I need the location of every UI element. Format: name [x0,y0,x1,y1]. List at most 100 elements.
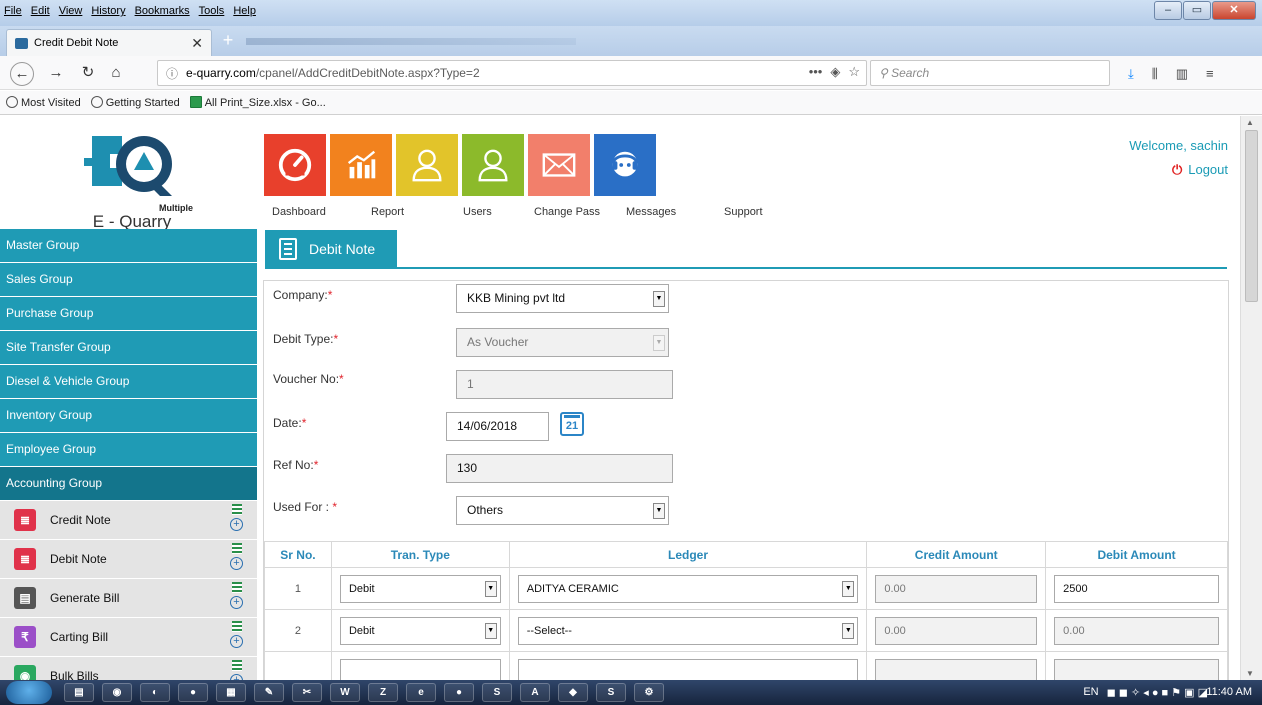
logout-link[interactable]: ⏻ Logout [1172,162,1228,178]
filezilla-icon[interactable]: Z [368,683,398,702]
list-icon[interactable] [231,660,242,671]
add-icon[interactable]: + [230,635,243,648]
minimize-button[interactable]: – [1154,1,1182,20]
users-label[interactable]: Users [463,206,492,218]
bookmark-getting-started[interactable]: Getting Started [90,96,180,109]
settings-icon[interactable]: ⚙ [634,683,664,702]
menu-bookmarks[interactable]: Bookmarks [135,5,190,17]
app-icon[interactable]: ▦ [216,683,246,702]
list-icon[interactable] [231,543,242,554]
support-label[interactable]: Support [724,206,763,218]
list-icon[interactable] [231,504,242,515]
voucher-no-input[interactable]: 1 [456,370,673,399]
tool-icon[interactable]: ✂ [292,683,322,702]
add-icon[interactable]: + [230,596,243,609]
browser-tab[interactable]: Credit Debit Note ✕ [6,29,212,56]
menu-edit[interactable]: Edit [31,5,50,17]
forward-button[interactable]: → [44,62,68,86]
access-icon[interactable]: A [520,683,550,702]
sidebar-group-accounting[interactable]: Accounting Group [0,467,257,500]
sidebar-group-purchase[interactable]: Purchase Group [0,297,257,330]
list-icon[interactable] [231,582,242,593]
debit-amount-input[interactable]: 0.00 [1054,617,1219,645]
language-indicator[interactable]: EN [1083,686,1098,699]
menu-help[interactable]: Help [233,5,256,17]
debit-type-select[interactable]: As Voucher ▼ [456,328,669,357]
page-scrollbar[interactable]: ▲ ▼ [1240,116,1262,680]
list-icon[interactable] [231,621,242,632]
home-button[interactable]: ⌂ [104,62,128,86]
sidebar-item-carting-bill[interactable]: ₹ Carting Bill + [0,618,257,657]
messages-tile[interactable] [528,134,590,196]
url-bar[interactable]: ⓘ e-quarry.com /cpanel/AddCreditDebitNot… [157,60,867,86]
tran-type-select[interactable]: Debit ▼ [339,617,501,645]
scroll-down-icon[interactable]: ▼ [1246,669,1254,678]
menu-tools[interactable]: Tools [199,5,225,17]
search-input[interactable]: ⚲ Search [870,60,1110,86]
add-icon[interactable]: + [230,557,243,570]
dashboard-label[interactable]: Dashboard [272,206,326,218]
record-icon[interactable]: ● [444,683,474,702]
sidebar-item-bulk-bills[interactable]: ◉ Bulk Bills + [0,657,257,680]
bookmark-most-visited[interactable]: Most Visited [6,96,81,109]
ref-no-input[interactable]: 130 [446,454,673,483]
ledger-select[interactable]: ADITYA CERAMIC ▼ [517,575,859,603]
sidebar-item-generate-bill[interactable]: ▤ Generate Bill + [0,579,257,618]
close-window-button[interactable]: ✕ [1212,1,1256,20]
sheets-icon[interactable]: S [596,683,626,702]
sidebar-group-inventory[interactable]: Inventory Group [0,399,257,432]
scroll-thumb[interactable] [1245,130,1258,302]
sidebar-item-credit-note[interactable]: ≣ Credit Note + [0,501,257,540]
debit-note-tab[interactable]: Debit Note [265,230,397,268]
users-tile[interactable] [396,134,458,196]
change-pass-label[interactable]: Change Pass [534,206,600,218]
reload-button[interactable]: ↻ [76,62,100,86]
info-icon[interactable]: ⓘ [166,65,178,82]
dashboard-tile[interactable] [264,134,326,196]
back-button[interactable]: ← [10,62,34,86]
debit-amount-input[interactable]: 2500 [1054,575,1219,603]
calendar-icon[interactable]: 21 [560,412,584,436]
bookmark-star-icon[interactable]: ☆ [848,64,860,80]
ie-icon[interactable]: e [406,683,436,702]
credit-amount-input[interactable] [875,659,1038,680]
sidebar-group-employee[interactable]: Employee Group [0,433,257,466]
notepad-icon[interactable]: ✎ [254,683,284,702]
menu-view[interactable]: View [59,5,83,17]
word-icon[interactable]: W [330,683,360,702]
maximize-button[interactable]: ▭ [1183,1,1211,20]
skype-icon[interactable]: S [482,683,512,702]
report-tile[interactable] [330,134,392,196]
download-icon[interactable]: ⤓ [1128,66,1134,82]
credit-amount-input[interactable]: 0.00 [875,575,1038,603]
pocket-icon[interactable]: ◈ [830,64,840,80]
bookmark-print-size[interactable]: All Print_Size.xlsx - Go... [189,96,326,109]
credit-amount-input[interactable]: 0.00 [875,617,1038,645]
ledger-select[interactable]: --Select-- ▼ [517,617,859,645]
change-pass-tile[interactable] [462,134,524,196]
ledger-select[interactable] [517,659,859,680]
browser-icon[interactable]: ● [178,683,208,702]
report-label[interactable]: Report [371,206,404,218]
library-icon[interactable]: ⫼ [1152,66,1158,82]
sidebar-group-master[interactable]: Master Group [0,229,257,262]
photo-icon[interactable]: ◆ [558,683,588,702]
sidebar-toggle-icon[interactable]: ▥ [1176,66,1188,82]
firefox-icon[interactable]: ◐ [140,683,170,702]
debit-amount-input[interactable] [1054,659,1219,680]
used-for-select[interactable]: Others ▼ [456,496,669,525]
close-tab-icon[interactable]: ✕ [191,35,203,52]
scroll-up-icon[interactable]: ▲ [1246,118,1254,127]
start-button[interactable] [6,681,52,704]
chrome-icon[interactable]: ◉ [102,683,132,702]
messages-label[interactable]: Messages [626,206,676,218]
new-tab-button[interactable]: + [217,31,239,51]
page-actions-icon[interactable]: ••• [809,64,823,80]
company-select[interactable]: KKB Mining pvt ltd ▼ [456,284,669,313]
e-quarry-logo[interactable]: Multiple E - Quarry [82,128,193,231]
support-tile[interactable] [594,134,656,196]
clock[interactable]: 11:40 AM [1206,686,1252,698]
tran-type-select[interactable] [339,659,501,680]
hamburger-menu-icon[interactable]: ≡ [1206,66,1214,82]
date-input[interactable]: 14/06/2018 [446,412,549,441]
